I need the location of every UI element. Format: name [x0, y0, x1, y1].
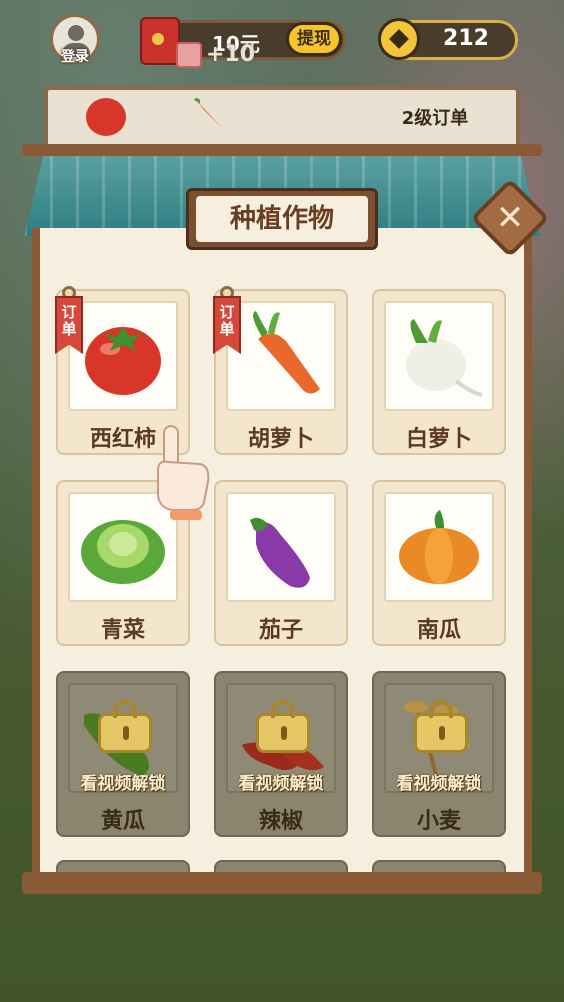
crop-thumb [226, 301, 336, 411]
roof-beam [22, 144, 542, 156]
coin-balance-value: 212 [443, 26, 489, 51]
order-tomato-icon [86, 98, 126, 136]
crop-name: 胡萝卜 [247, 427, 314, 452]
crop-name: 青菜 [100, 618, 145, 643]
crop-card-eggplant[interactable]: 茄子 [214, 480, 348, 646]
unlock-by-video-label[interactable]: 看视频解锁 [216, 769, 346, 794]
tomato-icon [85, 327, 161, 395]
crop-name: 辣椒 [258, 809, 303, 834]
order-carrot-icon [194, 98, 222, 128]
user-head-icon [68, 25, 84, 41]
close-icon: ✕ [495, 198, 525, 238]
mini-red-packet-icon [176, 42, 202, 68]
crop-card-pumpkin[interactable]: 南瓜 [372, 480, 506, 646]
crop-thumb [68, 301, 178, 411]
crop-thumb [226, 492, 336, 602]
crop-card-wheat[interactable]: 看视频解锁 小麦 [372, 671, 506, 837]
unlock-by-video-label[interactable]: 看视频解锁 [58, 769, 188, 794]
crop-name: 黄瓜 [100, 809, 145, 834]
login-label[interactable]: 登录 [50, 46, 100, 66]
order-level-label: 2级订单 [401, 108, 469, 129]
crop-name: 白萝卜 [405, 427, 472, 452]
padlock-icon [256, 700, 310, 753]
pumpkin-icon [399, 510, 479, 584]
eggplant-icon [250, 517, 310, 588]
crop-card-cucumber[interactable]: 看视频解锁 黄瓜 [56, 671, 190, 837]
crop-name: 茄子 [258, 618, 303, 643]
tutorial-hand-pointer-icon [157, 425, 210, 520]
crop-name: 南瓜 [416, 618, 461, 643]
crop-card-chili[interactable]: 看视频解锁 辣椒 [214, 671, 348, 837]
crop-thumb [384, 301, 494, 411]
crop-thumb [384, 492, 494, 602]
panel-title: 种植作物 [196, 196, 368, 242]
radish-icon [406, 319, 483, 397]
crop-card-radish[interactable]: 白萝卜 [372, 289, 506, 455]
red-packet-icon[interactable] [140, 17, 180, 65]
padlock-icon [98, 700, 152, 753]
withdraw-button[interactable]: 提现 [286, 22, 342, 56]
cash-bonus-text: +10 [206, 42, 256, 67]
carrot-icon [253, 311, 320, 394]
crop-name: 小麦 [416, 809, 461, 834]
panel-bottom-beam [22, 872, 542, 894]
unlock-by-video-label[interactable]: 看视频解锁 [374, 769, 504, 794]
padlock-icon [414, 700, 468, 753]
coin-icon [378, 18, 420, 60]
